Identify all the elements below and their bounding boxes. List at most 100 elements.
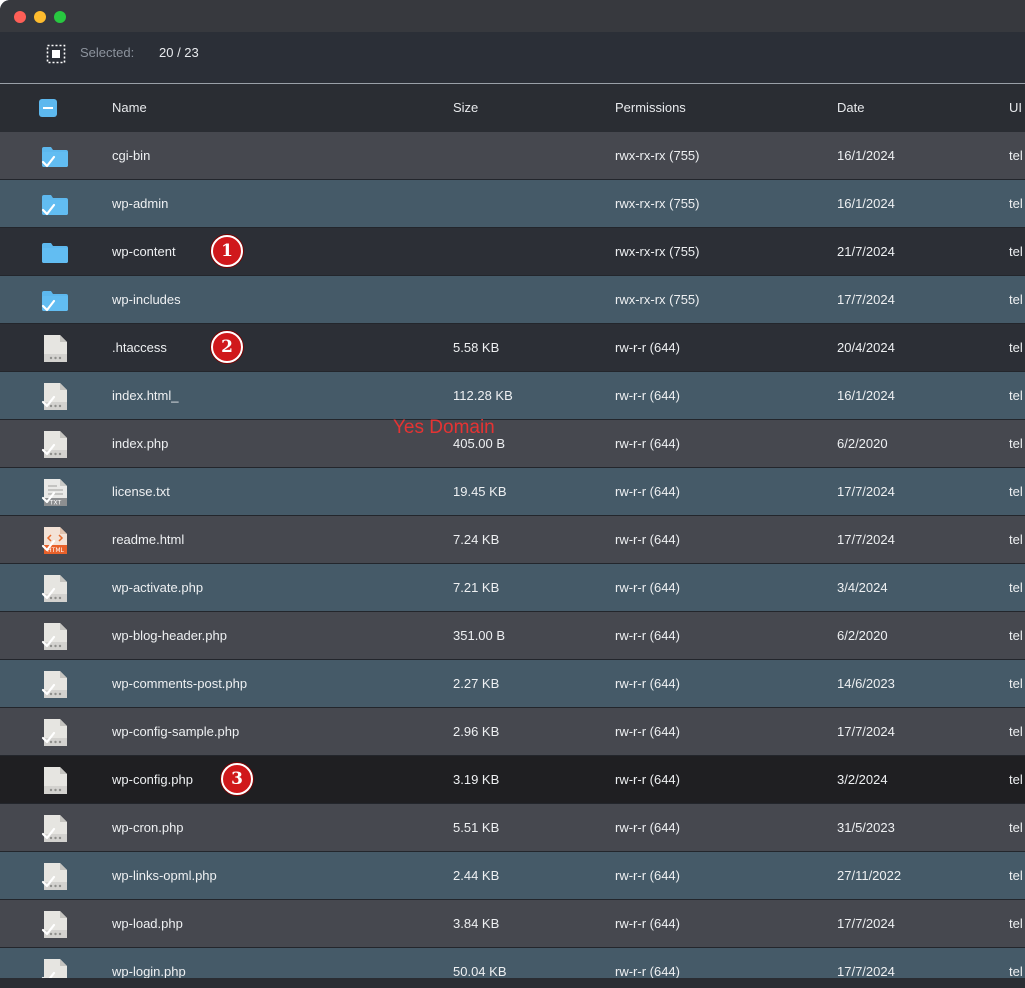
table-row[interactable]: cgi-bin rwx-rx-rx (755) 16/1/2024 tel — [0, 132, 1025, 180]
table-row[interactable]: wp-config-sample.php 2.96 KB rw-r-r (644) 1… — [0, 708, 1025, 756]
table-row[interactable]: wp-links-opml.php 2.44 KB rw-r-r (644) 27/1… — [0, 852, 1025, 900]
table-row[interactable]: wp-content rwx-rx-rx (755) 21/7/2024 tel 1 — [0, 228, 1025, 276]
file-name: wp-blog-header.php — [112, 628, 227, 643]
select-all-icon[interactable] — [46, 44, 66, 64]
zoom-window-button[interactable] — [54, 11, 66, 23]
file-size: 3.84 KB — [453, 916, 500, 931]
file-permissions: rwx-rx-rx (755) — [615, 292, 700, 307]
file-icon — [40, 573, 70, 603]
file-date: 6/2/2020 — [837, 628, 888, 643]
folder-icon — [40, 285, 70, 315]
file-icon — [40, 381, 70, 411]
file-icon — [40, 621, 70, 651]
svg-text:TXT: TXT — [49, 500, 62, 507]
table-row[interactable]: wp-login.php 50.04 KB rw-r-r (644) 17/7/202… — [0, 948, 1025, 978]
file-date: 17/7/2024 — [837, 964, 895, 978]
file-name: wp-config.php — [112, 772, 193, 787]
table-row[interactable]: wp-activate.php 7.21 KB rw-r-r (644) 3/4/20… — [0, 564, 1025, 612]
table-row[interactable]: wp-includes rwx-rx-rx (755) 17/7/2024 tel — [0, 276, 1025, 324]
table-row[interactable]: .htaccess 5.58 KB rw-r-r (644) 20/4/2024 tel… — [0, 324, 1025, 372]
column-header-date[interactable]: Date — [837, 100, 864, 115]
file-permissions: rw-r-r (644) — [615, 388, 680, 403]
table-row[interactable]: wp-comments-post.php 2.27 KB rw-r-r (644) 1… — [0, 660, 1025, 708]
file-owner: tel — [1009, 676, 1023, 691]
table-row[interactable]: HTML readme.html 7.24 KB rw-r-r (644) 17/7/2… — [0, 516, 1025, 564]
file-icon — [40, 765, 70, 795]
file-name: wp-links-opml.php — [112, 868, 217, 883]
file-icon — [40, 861, 70, 891]
file-name: license.txt — [112, 484, 170, 499]
annotation-badge: 1 — [211, 235, 243, 267]
file-owner: tel — [1009, 436, 1023, 451]
file-permissions: rw-r-r (644) — [615, 916, 680, 931]
table-row[interactable]: index.html_ 112.28 KB rw-r-r (644) 16/1/202… — [0, 372, 1025, 420]
file-name: wp-load.php — [112, 916, 183, 931]
file-name: wp-content — [112, 244, 176, 259]
file-date: 27/11/2022 — [837, 868, 902, 883]
file-name: wp-comments-post.php — [112, 676, 248, 691]
file-owner: tel — [1009, 820, 1023, 835]
file-owner: tel — [1009, 388, 1023, 403]
file-permissions: rwx-rx-rx (755) — [615, 196, 700, 211]
table-row[interactable]: wp-config.php 3.19 KB rw-r-r (644) 3/2/2024… — [0, 756, 1025, 804]
file-owner: tel — [1009, 244, 1023, 259]
file-size: 7.21 KB — [453, 580, 500, 595]
file-permissions: rw-r-r (644) — [615, 820, 680, 835]
txt-file-icon: TXT — [40, 477, 70, 507]
table-row[interactable]: wp-load.php 3.84 KB rw-r-r (644) 17/7/2024 t… — [0, 900, 1025, 948]
file-permissions: rw-r-r (644) — [615, 964, 680, 978]
file-date: 17/7/2024 — [837, 916, 895, 931]
file-date: 21/7/2024 — [837, 244, 895, 259]
file-permissions: rw-r-r (644) — [615, 772, 680, 787]
table-row[interactable]: TXT license.txt 19.45 KB rw-r-r (644) 17/7/2… — [0, 468, 1025, 516]
file-icon — [40, 333, 70, 363]
file-permissions: rw-r-r (644) — [615, 724, 680, 739]
file-permissions: rw-r-r (644) — [615, 484, 680, 499]
minimize-window-button[interactable] — [34, 11, 46, 23]
column-header-uid[interactable]: UI — [1009, 100, 1022, 115]
file-size: 2.27 KB — [453, 676, 500, 691]
horizontal-scrollbar[interactable] — [0, 978, 1025, 988]
file-name: wp-admin — [112, 196, 169, 211]
file-date: 6/2/2020 — [837, 436, 888, 451]
file-manager-window: Selected: 20 / 23 Name Size Permissions … — [0, 0, 1025, 988]
title-bar — [0, 0, 1025, 32]
file-owner: tel — [1009, 340, 1023, 355]
file-name: wp-login.php — [112, 964, 186, 978]
file-permissions: rwx-rx-rx (755) — [615, 148, 700, 163]
file-icon — [40, 957, 70, 978]
file-permissions: rw-r-r (644) — [615, 340, 680, 355]
table-row[interactable]: index.php 405.00 Brw-r-r (644) 6/2/2020 tel — [0, 420, 1025, 468]
file-permissions: rw-r-r (644) — [615, 532, 680, 547]
file-owner: tel — [1009, 772, 1023, 787]
file-date: 17/7/2024 — [837, 484, 895, 499]
file-size: 112.28 KB — [453, 388, 513, 403]
file-owner: tel — [1009, 964, 1023, 978]
select-all-checkbox[interactable] — [39, 99, 57, 117]
column-header-name[interactable]: Name — [112, 100, 147, 115]
file-permissions: rwx-rx-rx (755) — [615, 244, 700, 259]
table-row[interactable]: wp-admin rwx-rx-rx (755) 16/1/2024 tel — [0, 180, 1025, 228]
file-owner: tel — [1009, 868, 1023, 883]
file-owner: tel — [1009, 148, 1023, 163]
column-header-permissions[interactable]: Permissions — [615, 100, 686, 115]
file-icon — [40, 429, 70, 459]
column-header-size[interactable]: Size — [453, 100, 478, 115]
close-window-button[interactable] — [14, 11, 26, 23]
file-date: 17/7/2024 — [837, 292, 895, 307]
file-permissions: rw-r-r (644) — [615, 676, 680, 691]
file-size: 7.24 KB — [453, 532, 500, 547]
file-date: 3/4/2024 — [837, 580, 888, 595]
file-date: 14/6/2023 — [837, 676, 895, 691]
table-row[interactable]: wp-blog-header.php 351.00 B rw-r-r (644) 6/… — [0, 612, 1025, 660]
annotation-badge: 2 — [211, 331, 243, 363]
file-size: 351.00 B — [453, 628, 506, 643]
file-name: cgi-bin — [112, 148, 151, 163]
file-name: wp-cron.php — [112, 820, 184, 835]
file-owner: tel — [1009, 580, 1023, 595]
file-date: 20/4/2024 — [837, 340, 895, 355]
folder-icon — [40, 141, 70, 171]
file-name: index.html_ — [112, 388, 179, 403]
table-row[interactable]: wp-cron.php 5.51 KB rw-r-r (644) 31/5/2023 t… — [0, 804, 1025, 852]
file-owner: tel — [1009, 484, 1023, 499]
